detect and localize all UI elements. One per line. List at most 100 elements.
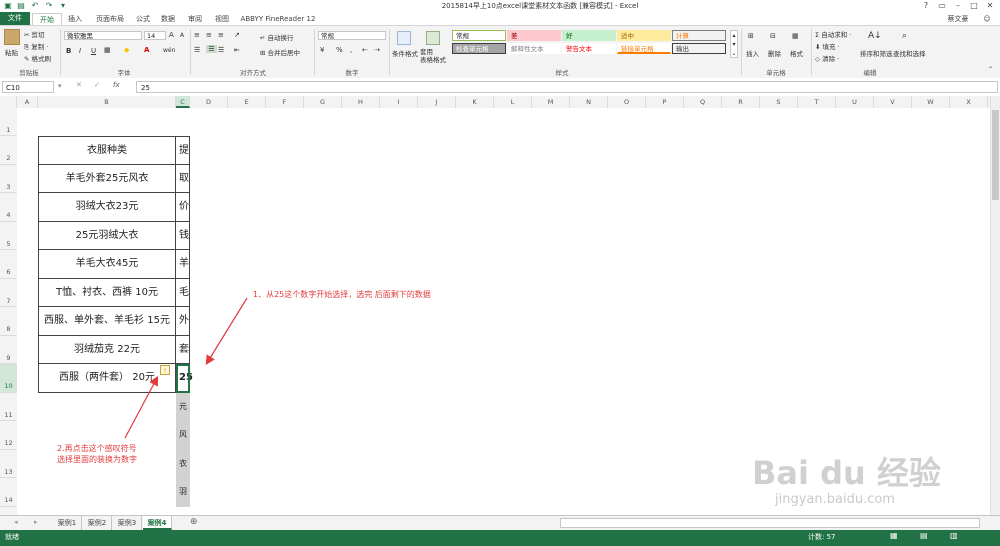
font-name-select[interactable]: 微软雅黑 <box>64 31 142 40</box>
column-header-d[interactable]: D <box>190 96 228 108</box>
cell-style-8[interactable]: 警告文本 <box>562 43 616 54</box>
column-header-a[interactable]: A <box>17 96 38 108</box>
column-header-t[interactable]: T <box>798 96 836 108</box>
phonetic-button[interactable]: wén <box>163 47 175 54</box>
align-right-icon[interactable]: ☰ <box>218 46 224 54</box>
tab-file[interactable]: 文件 <box>0 12 30 25</box>
row-header-9[interactable]: 9 <box>0 336 17 364</box>
row-header-5[interactable]: 5 <box>0 222 17 250</box>
horizontal-scrollbar[interactable] <box>560 518 980 528</box>
tab-insert[interactable]: 插入 <box>63 13 87 25</box>
enter-icon[interactable]: ✓ <box>94 81 100 89</box>
row-header-7[interactable]: 7 <box>0 279 17 307</box>
column-header-r[interactable]: R <box>722 96 760 108</box>
font-size-select[interactable]: 14 <box>144 31 166 40</box>
sheet-tab-1[interactable]: 案例1 <box>53 516 82 530</box>
column-header-q[interactable]: Q <box>684 96 722 108</box>
align-top-icon[interactable]: ≡ <box>194 31 200 39</box>
decrease-decimal-icon[interactable]: ⇢ <box>374 46 380 54</box>
column-header-v[interactable]: V <box>874 96 912 108</box>
cell-style-4[interactable]: 适中 <box>617 30 671 41</box>
column-header-h[interactable]: H <box>342 96 380 108</box>
column-header-x[interactable]: X <box>950 96 988 108</box>
formula-input[interactable]: 25 <box>136 81 998 93</box>
name-box[interactable]: C10 <box>2 81 54 93</box>
binoculars-icon[interactable]: ⌕ <box>902 31 907 41</box>
tab-abbyy[interactable]: ABBYY FineReader 12 <box>238 13 318 25</box>
format-cells-button[interactable]: 格式 <box>790 48 803 58</box>
fill-color-icon[interactable]: ◆ <box>124 46 129 54</box>
indent-icon[interactable]: ⇤ <box>234 46 240 54</box>
row-header-14[interactable]: 14 <box>0 478 17 507</box>
shrink-font-button[interactable]: A <box>180 32 184 39</box>
find-select-button[interactable]: 查找和选择 <box>893 48 926 58</box>
wrap-text-button[interactable]: ↵ 自动换行 <box>260 32 294 42</box>
name-box-dropdown-icon[interactable]: ▾ <box>58 82 62 90</box>
view-normal-icon[interactable]: ▦ <box>890 531 898 540</box>
cell-style-5[interactable]: 计算 <box>672 30 726 41</box>
cell-style-3[interactable]: 好 <box>562 30 616 41</box>
insert-cells-button[interactable]: 插入 <box>746 48 759 58</box>
vertical-scrollbar[interactable] <box>990 96 1000 515</box>
cell-style-6[interactable]: 检查单元格 <box>452 43 506 54</box>
column-header-b[interactable]: B <box>38 96 176 108</box>
ribbon-display-icon[interactable]: ▭ <box>934 0 950 12</box>
sheet-tab-3[interactable]: 案例3 <box>113 516 142 530</box>
scroll-thumb[interactable] <box>992 110 999 200</box>
row-header-1[interactable]: 1 <box>0 108 17 136</box>
select-all-corner[interactable] <box>0 96 17 108</box>
redo-icon[interactable]: ↷ <box>44 1 54 10</box>
format-cells-icon[interactable]: ▦ <box>792 32 799 40</box>
paste-button[interactable]: 粘贴 <box>5 47 18 57</box>
worksheet-grid[interactable]: 衣服种类 羊毛外套25元风衣 羽绒大衣23元 25元羽绒大衣 羊毛大衣45元 T恤、衬衣、… <box>17 108 990 515</box>
column-header-o[interactable]: O <box>608 96 646 108</box>
comma-button[interactable]: , <box>350 46 352 54</box>
underline-button[interactable]: U <box>91 47 96 55</box>
align-center-icon[interactable]: ☰ <box>206 45 217 53</box>
merge-center-button[interactable]: ⊞ 合并后居中 <box>260 47 300 57</box>
close-button[interactable]: ✕ <box>982 0 998 12</box>
border-icon[interactable]: ▦ <box>104 46 111 54</box>
autosum-button[interactable]: Σ 自动求和 · <box>815 29 851 39</box>
column-header-n[interactable]: N <box>570 96 608 108</box>
prev-sheet-icon[interactable]: ◂ <box>14 518 18 526</box>
font-color-icon[interactable]: A <box>144 46 149 54</box>
next-sheet-icon[interactable]: ▸ <box>34 518 38 526</box>
cell-style-1[interactable]: 常规 <box>452 30 506 41</box>
cancel-icon[interactable]: ✕ <box>76 81 82 89</box>
column-header-j[interactable]: J <box>418 96 456 108</box>
delete-cells-icon[interactable]: ⊟ <box>770 32 776 40</box>
clear-button[interactable]: ◇ 清除 · <box>815 53 839 63</box>
cut-button[interactable]: ✂ 剪切 <box>24 29 45 39</box>
sheet-tab-2[interactable]: 案例2 <box>83 516 112 530</box>
number-format-select[interactable]: 常规 <box>318 31 386 40</box>
column-header-l[interactable]: L <box>494 96 532 108</box>
column-header-c[interactable]: C <box>176 96 190 108</box>
tab-data[interactable]: 数据 <box>157 13 179 25</box>
view-layout-icon[interactable]: ▤ <box>920 531 928 540</box>
collapse-ribbon-icon[interactable]: ⌃ <box>988 66 993 73</box>
row-header-6[interactable]: 6 <box>0 250 17 279</box>
insert-function-button[interactable]: fx <box>113 81 120 89</box>
format-painter-button[interactable]: ✎ 格式刷 <box>24 53 51 63</box>
row-header-3[interactable]: 3 <box>0 165 17 193</box>
delete-cells-button[interactable]: 删除 <box>768 48 781 58</box>
column-header-u[interactable]: U <box>836 96 874 108</box>
cell-style-2[interactable]: 差 <box>507 30 561 41</box>
smiley-icon[interactable]: ☺ <box>978 13 996 25</box>
column-header-m[interactable]: M <box>532 96 570 108</box>
row-header-4[interactable]: 4 <box>0 193 17 222</box>
column-header-i[interactable]: I <box>380 96 418 108</box>
tab-page-layout[interactable]: 页面布局 <box>90 13 130 25</box>
tab-review[interactable]: 审阅 <box>184 13 206 25</box>
align-bottom-icon[interactable]: ≡ <box>218 31 224 39</box>
view-pagebreak-icon[interactable]: ▥ <box>950 531 958 540</box>
fill-button[interactable]: ⬇ 填充 · <box>815 41 840 51</box>
column-header-w[interactable]: W <box>912 96 950 108</box>
increase-decimal-icon[interactable]: ⇠ <box>362 46 368 54</box>
currency-icon[interactable]: ¥ <box>320 46 324 54</box>
row-header-13[interactable]: 13 <box>0 450 17 478</box>
help-icon[interactable]: ? <box>918 0 934 12</box>
column-header-f[interactable]: F <box>266 96 304 108</box>
column-header-g[interactable]: G <box>304 96 342 108</box>
